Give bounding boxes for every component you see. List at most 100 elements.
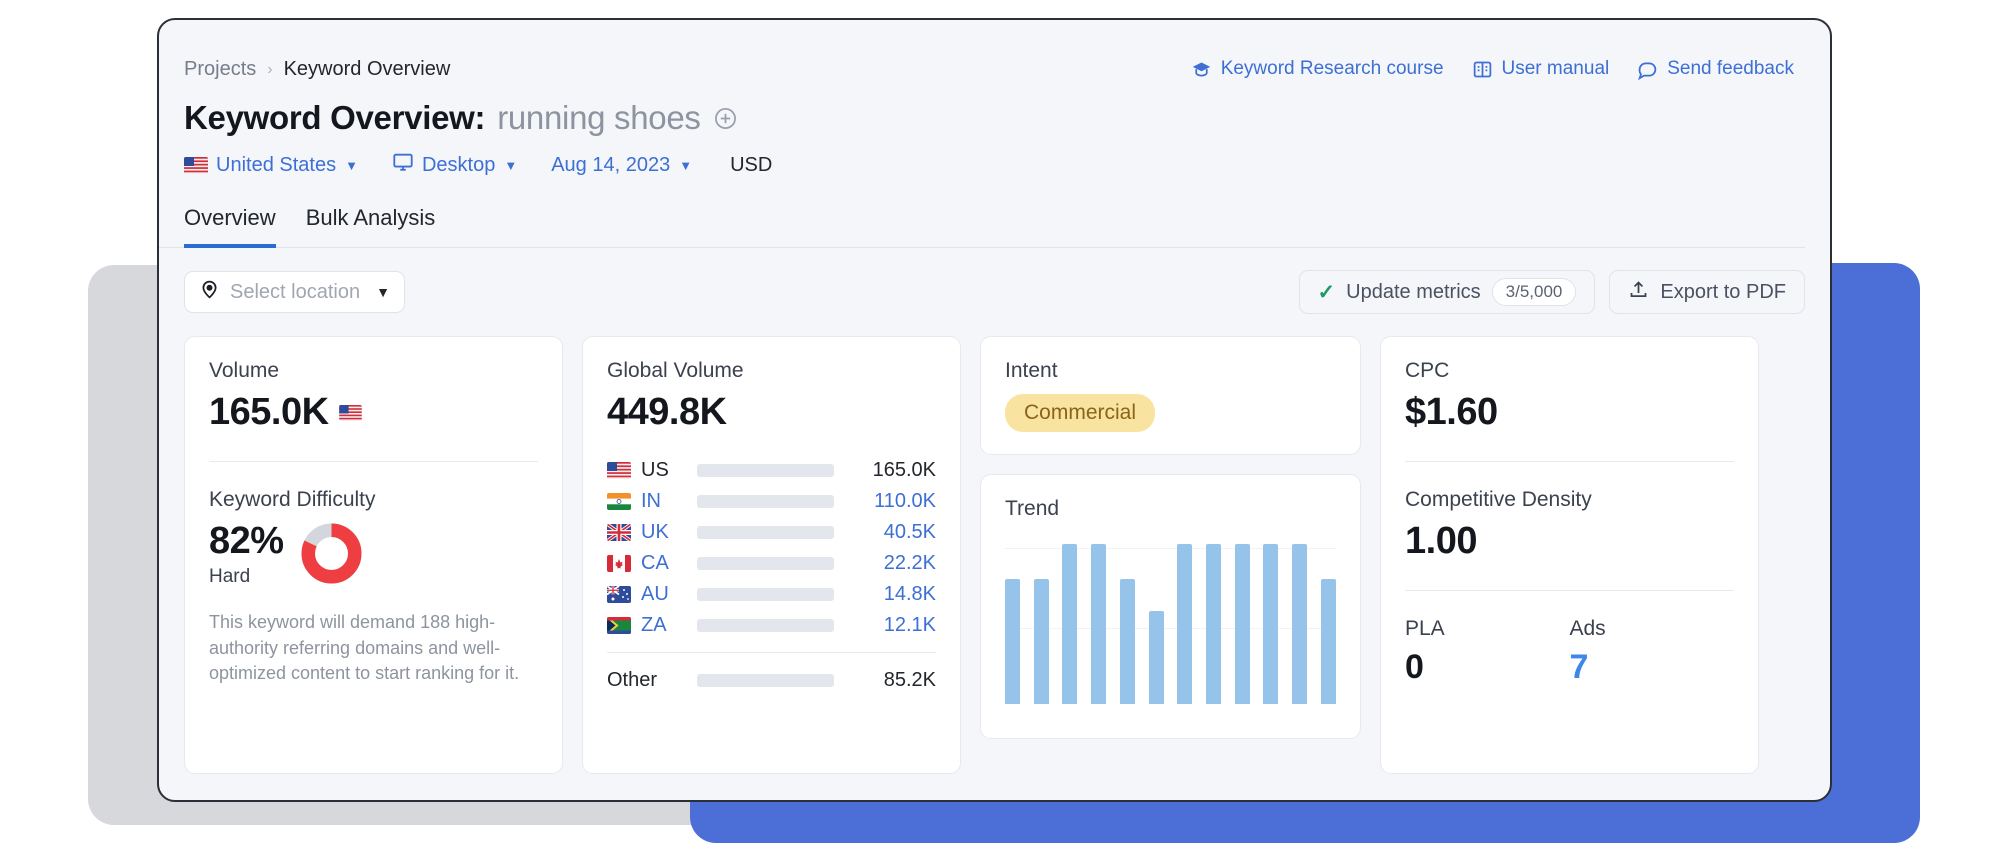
export-to-pdf-button[interactable]: Export to PDF [1609, 270, 1805, 314]
graduation-cap-icon [1191, 59, 1212, 80]
country-volume-value[interactable]: 40.5K [848, 521, 936, 544]
country-code[interactable]: UK [641, 521, 695, 544]
volume-bar-track [697, 495, 834, 508]
volume-value-row: 165.0K [209, 391, 538, 434]
update-metrics-button[interactable]: ✓ Update metrics 3/5,000 [1298, 270, 1596, 314]
keyword-difficulty-value: 82% [209, 520, 284, 562]
screenshot-stage: Projects › Keyword Overview Keyword Rese… [0, 0, 1989, 845]
plus-circle-icon[interactable] [713, 106, 738, 131]
keyword-research-course-link[interactable]: Keyword Research course [1191, 58, 1444, 80]
breadcrumb-parent[interactable]: Projects [184, 58, 256, 81]
chart-gridline [1005, 628, 1336, 629]
intent-label: Intent [1005, 359, 1058, 382]
user-manual-link[interactable]: User manual [1472, 58, 1610, 80]
send-feedback-link[interactable]: Send feedback [1637, 58, 1794, 80]
volume-bar-track [697, 557, 834, 570]
country-code[interactable]: ZA [641, 614, 695, 637]
select-location-label: Select location [230, 280, 361, 303]
export-to-pdf-label: Export to PDF [1660, 280, 1786, 303]
za-flag-icon [607, 617, 641, 634]
trend-bar [1148, 611, 1164, 704]
page-title-prefix: Keyword Overview: [184, 99, 486, 136]
cpc-value: $1.60 [1405, 391, 1498, 433]
update-metrics-label: Update metrics [1346, 280, 1481, 303]
global-volume-row[interactable]: IN 110.0K [607, 486, 936, 517]
global-volume-row[interactable]: CA 22.2K [607, 548, 936, 579]
metrics-grid: Volume 165.0K Keyword Difficulty 82% Har… [159, 314, 1830, 774]
global-volume-row[interactable]: AU 14.8K [607, 579, 936, 610]
trend-bar [1091, 544, 1107, 704]
pla-label: PLA [1405, 617, 1445, 640]
global-volume-row[interactable]: UK 40.5K [607, 517, 936, 548]
send-feedback-label: Send feedback [1667, 58, 1794, 79]
country-volume-value[interactable]: 12.1K [848, 614, 936, 637]
volume-card: Volume 165.0K Keyword Difficulty 82% Har… [184, 336, 563, 774]
us-flag-icon [338, 404, 362, 421]
country-code: US [641, 459, 669, 481]
intent-badge: Commercial [1005, 394, 1156, 432]
trend-bar [1206, 544, 1222, 704]
country-code[interactable]: IN [641, 490, 695, 513]
user-manual-label: User manual [1501, 58, 1610, 79]
ads-value[interactable]: 7 [1570, 648, 1735, 687]
intent-card: Intent Commercial [980, 336, 1361, 455]
trend-bar [1263, 544, 1279, 704]
ads-label: Ads [1569, 617, 1606, 640]
country-volume-value[interactable]: 110.0K [848, 490, 936, 513]
tab-bar: Overview Bulk Analysis [159, 179, 1805, 248]
map-pin-icon [199, 279, 220, 306]
global-volume-card: Global Volume 449.8K US 165.0K IN 110.0K UK 4… [582, 336, 961, 774]
keyword-difficulty-level: Hard [209, 566, 251, 587]
volume-bar-track [697, 464, 834, 477]
chevron-down-icon: ▼ [345, 157, 358, 173]
divider [1405, 590, 1734, 591]
country-filter[interactable]: United States ▼ [184, 154, 358, 177]
cpc-card: CPC $1.60 Competitive Density 1.00 PLA 0… [1380, 336, 1759, 774]
ca-flag-icon [607, 555, 641, 572]
global-volume-other-row: Other 85.2K [607, 665, 936, 696]
country-volume-value[interactable]: 14.8K [848, 583, 936, 606]
other-label: Other [607, 669, 658, 691]
global-volume-value: 449.8K [607, 391, 727, 433]
book-icon [1472, 59, 1493, 80]
page-title-keyword: running shoes [497, 99, 701, 136]
global-volume-label: Global Volume [607, 359, 744, 382]
update-metrics-count: 3/5,000 [1491, 278, 1577, 306]
upload-icon [1628, 279, 1649, 306]
au-flag-icon [607, 586, 641, 603]
toolbar-actions: ✓ Update metrics 3/5,000 Export to PDF [1298, 270, 1805, 314]
volume-bar-track [697, 526, 834, 539]
device-filter-label: Desktop [421, 153, 496, 176]
chevron-down-icon: ▼ [376, 284, 390, 300]
date-filter[interactable]: Aug 14, 2023 ▼ [551, 154, 692, 177]
pla-ads-row: PLA 0 Ads 7 [1405, 617, 1734, 687]
volume-bar-track [697, 588, 834, 601]
keyword-difficulty-description: This keyword will demand 188 high-author… [209, 612, 520, 684]
desktop-icon [392, 151, 414, 179]
global-volume-row[interactable]: ZA 12.1K [607, 610, 936, 641]
app-window: Projects › Keyword Overview Keyword Rese… [157, 18, 1832, 802]
keyword-difficulty-gauge [300, 522, 363, 590]
tab-overview[interactable]: Overview [184, 205, 276, 248]
country-code[interactable]: AU [641, 583, 695, 606]
in-flag-icon [607, 493, 641, 510]
global-volume-row[interactable]: US 165.0K [607, 455, 936, 486]
trend-bar-chart [1005, 544, 1336, 704]
country-volume-value[interactable]: 22.2K [848, 552, 936, 575]
volume-value: 165.0K [209, 391, 329, 433]
breadcrumb-separator-icon: › [267, 60, 273, 78]
pla-block: PLA 0 [1405, 617, 1570, 687]
country-code[interactable]: CA [641, 552, 695, 575]
select-location-dropdown[interactable]: Select location ▼ [184, 271, 405, 313]
keyword-difficulty-row: 82% Hard [209, 520, 538, 590]
volume-bar-track [697, 674, 834, 687]
trend-bar [1119, 579, 1135, 704]
tab-bulk-analysis[interactable]: Bulk Analysis [306, 205, 436, 248]
date-filter-label: Aug 14, 2023 [551, 153, 671, 176]
currency-label: USD [730, 153, 773, 176]
message-icon [1637, 59, 1658, 80]
breadcrumb-current: Keyword Overview [283, 58, 451, 80]
device-filter[interactable]: Desktop ▼ [392, 151, 517, 179]
chevron-down-icon: ▼ [504, 157, 518, 173]
filter-bar: United States ▼ Desktop ▼ Aug 14, 2023 ▼ [159, 137, 1830, 179]
